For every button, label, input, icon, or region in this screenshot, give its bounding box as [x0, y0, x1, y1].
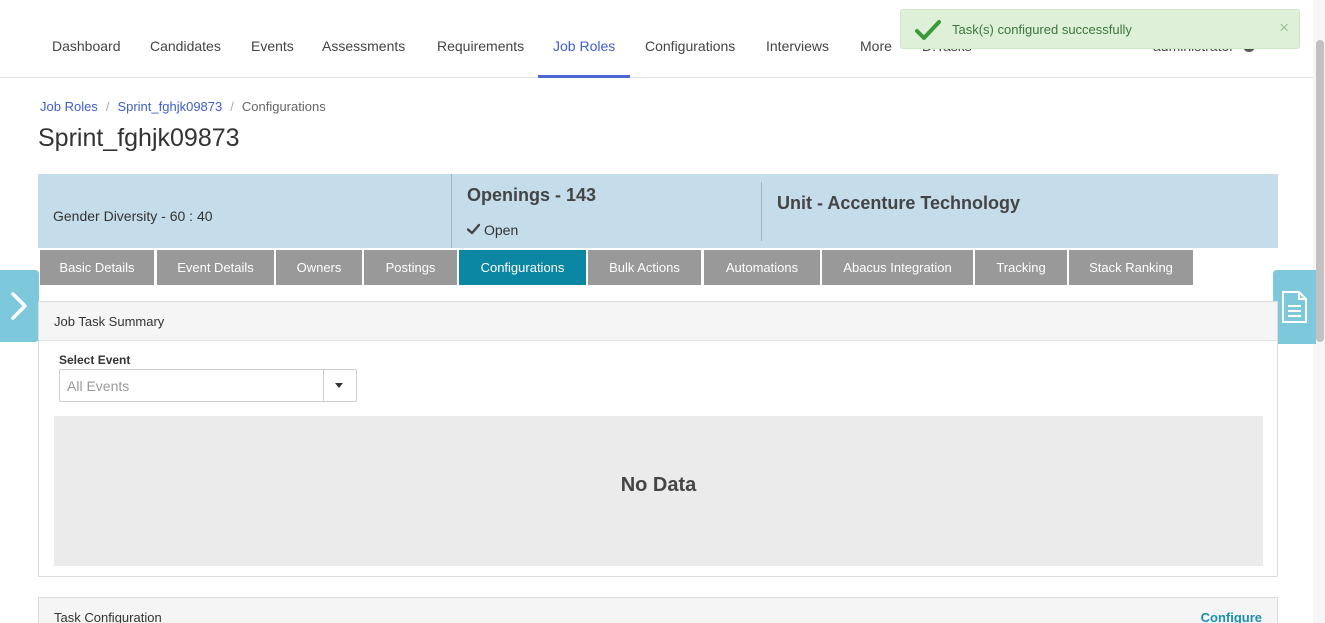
- openings-count: Openings - 143: [467, 185, 597, 205]
- tab-bulk-actions[interactable]: Bulk Actions: [588, 250, 701, 285]
- close-icon[interactable]: ×: [1279, 19, 1289, 36]
- panel-title: Task Configuration: [54, 610, 162, 623]
- breadcrumb-current: Configurations: [241, 99, 326, 114]
- tab-owners[interactable]: Owners: [276, 250, 362, 285]
- select-event-dropdown[interactable]: All Events: [59, 369, 357, 402]
- tab-event-details[interactable]: Event Details: [157, 250, 274, 285]
- nav-item-requirements[interactable]: Requirements: [437, 38, 524, 54]
- breadcrumb-separator: /: [230, 99, 234, 114]
- panel-header: Job Task Summary: [39, 302, 1277, 341]
- caret-down-icon[interactable]: [335, 383, 343, 388]
- nav-item-more[interactable]: More: [860, 38, 892, 54]
- nav-item-events[interactable]: Events: [251, 38, 294, 54]
- check-icon: [467, 223, 480, 235]
- configure-link[interactable]: Configure: [1201, 610, 1262, 623]
- nav-item-job-roles[interactable]: Job Roles: [553, 38, 615, 54]
- panel-title: Job Task Summary: [54, 314, 165, 329]
- check-icon: [915, 20, 941, 40]
- nav-item-candidates[interactable]: Candidates: [150, 38, 221, 54]
- tab-stack-ranking[interactable]: Stack Ranking: [1069, 250, 1193, 285]
- unit-name: Unit - Accenture Technology: [777, 193, 1021, 213]
- document-panel-button[interactable]: [1273, 270, 1316, 344]
- task-configuration-panel: Task Configuration Configure: [38, 597, 1278, 623]
- divider: [761, 182, 762, 241]
- toast-message: Task(s) configured successfully: [952, 22, 1132, 37]
- expand-sidebar-button[interactable]: [0, 270, 39, 342]
- gender-diversity: Gender Diversity - 60 : 40: [53, 208, 213, 224]
- active-nav-indicator: [538, 75, 630, 78]
- breadcrumb: Job Roles / Sprint_fghjk09873 / Configuratio…: [40, 99, 326, 114]
- tab-tracking[interactable]: Tracking: [975, 250, 1067, 285]
- empty-state: No Data: [54, 416, 1263, 566]
- breadcrumb-separator: /: [105, 99, 110, 114]
- document-icon: [1282, 291, 1307, 323]
- tab-automations[interactable]: Automations: [704, 250, 820, 285]
- empty-state-message: No Data: [620, 474, 697, 496]
- nav-item-dashboard[interactable]: Dashboard: [52, 38, 121, 54]
- tab-abacus-integration[interactable]: Abacus Integration: [822, 250, 973, 285]
- job-role-summary: Gender Diversity - 60 : 40 Openings - 14…: [38, 174, 1278, 248]
- divider: [451, 174, 452, 248]
- nav-item-interviews[interactable]: Interviews: [766, 38, 829, 54]
- tab-configurations[interactable]: Configurations: [459, 250, 586, 285]
- select-event-value: All Events: [67, 378, 130, 394]
- status-badge: Open: [484, 222, 519, 238]
- scrollbar-thumb[interactable]: [1316, 40, 1324, 342]
- nav-item-assessments[interactable]: Assessments: [322, 38, 405, 54]
- divider: [323, 370, 324, 401]
- select-event-label: Select Event: [59, 353, 131, 367]
- nav-item-configurations[interactable]: Configurations: [645, 38, 735, 54]
- breadcrumb-job-role[interactable]: Sprint_fghjk09873: [117, 99, 222, 114]
- success-toast: Task(s) configured successfully ×: [900, 9, 1300, 49]
- job-task-summary-panel: Job Task Summary Select Event All Events…: [38, 301, 1278, 577]
- page-title: Sprint_fghjk09873: [38, 124, 240, 152]
- tab-postings[interactable]: Postings: [364, 250, 457, 285]
- breadcrumb-job-roles[interactable]: Job Roles: [40, 99, 98, 114]
- chevron-right-icon: [11, 292, 27, 320]
- tab-basic-details[interactable]: Basic Details: [40, 250, 154, 285]
